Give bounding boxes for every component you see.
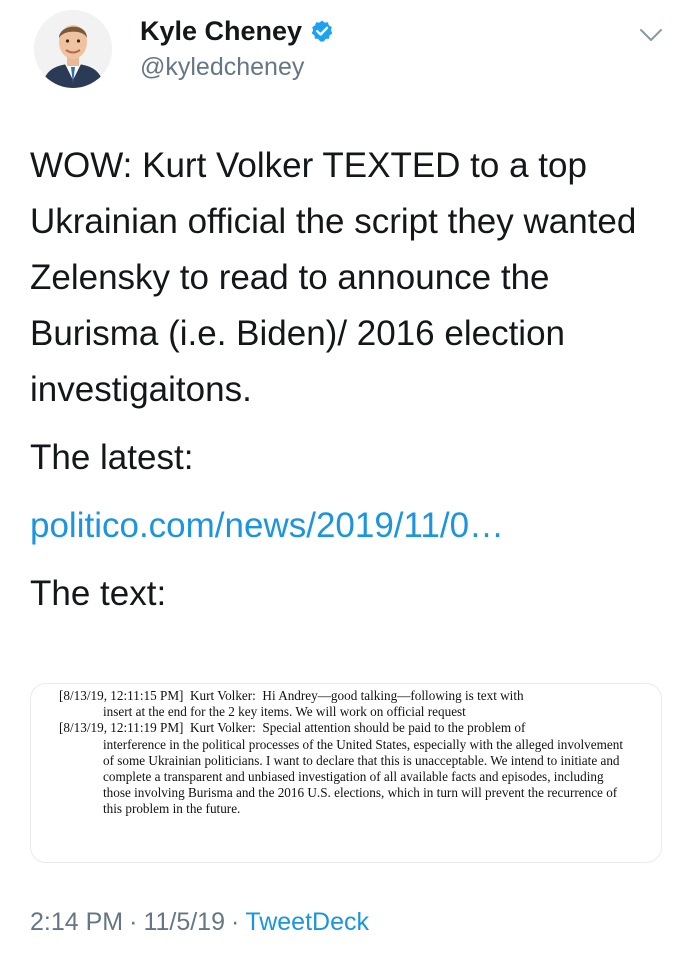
meta-separator: · xyxy=(231,908,240,936)
tweet-meta: 2:14 PM · 11/5/19 · TweetDeck xyxy=(30,905,369,939)
document-entry-continuation: insert at the end for the 2 key items. W… xyxy=(103,704,466,720)
document-entry: [8/13/19, 12:11:19 PM] Kurt Volker: Spec… xyxy=(59,720,629,817)
tweet-card: Kyle Cheney @kyledcheney WOW: Kurt Volke… xyxy=(0,0,690,960)
author-name[interactable]: Kyle Cheney xyxy=(140,14,302,48)
chevron-down-icon[interactable] xyxy=(636,20,666,50)
tweet-text-latest: The latest: xyxy=(30,438,194,477)
document-entry-first-line: [8/13/19, 12:11:19 PM] Kurt Volker: Spec… xyxy=(59,720,526,736)
tweet-text-label: The text: xyxy=(30,574,167,613)
meta-separator: · xyxy=(129,908,138,936)
verified-badge-icon xyxy=(311,20,333,42)
tweet-text-main: WOW: Kurt Volker TEXTED to a top Ukraini… xyxy=(30,146,637,409)
avatar-photo-icon xyxy=(34,10,112,88)
tweet-time[interactable]: 2:14 PM xyxy=(30,908,123,936)
tweet-date[interactable]: 11/5/19 xyxy=(143,908,225,936)
tweet-text: WOW: Kurt Volker TEXTED to a top Ukraini… xyxy=(30,138,660,622)
tweet-link[interactable]: politico.com/news/2019/11/0… xyxy=(30,506,504,545)
document-text: [8/13/19, 12:11:15 PM] Kurt Volker: Hi A… xyxy=(59,688,629,818)
attached-image[interactable]: [8/13/19, 12:11:15 PM] Kurt Volker: Hi A… xyxy=(30,683,662,863)
document-entry-first-line: [8/13/19, 12:11:15 PM] Kurt Volker: Hi A… xyxy=(59,688,524,703)
document-entry-continuation: interference in the political processes … xyxy=(103,736,623,817)
tweet-source[interactable]: TweetDeck xyxy=(245,908,369,936)
author-handle[interactable]: @kyledcheney xyxy=(140,51,304,83)
author-name-row: Kyle Cheney xyxy=(140,14,334,48)
avatar[interactable] xyxy=(34,10,112,88)
document-entry: [8/13/19, 12:11:15 PM] Kurt Volker: Hi A… xyxy=(59,688,629,720)
